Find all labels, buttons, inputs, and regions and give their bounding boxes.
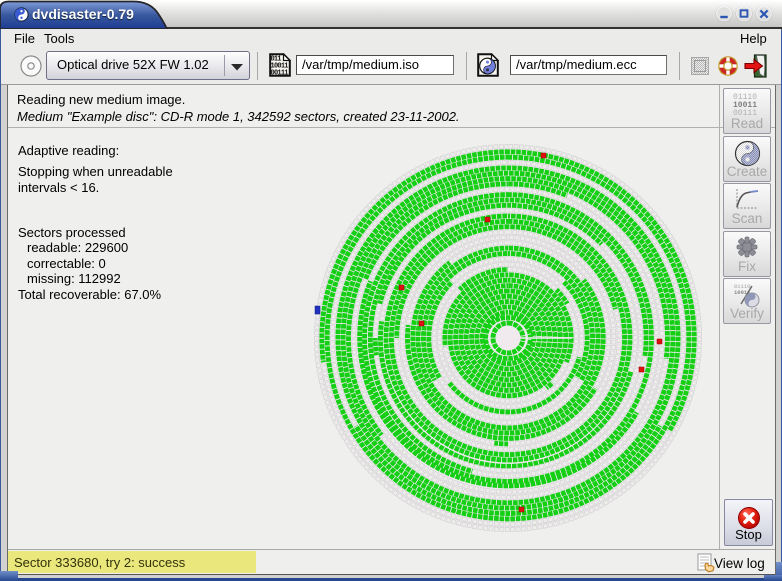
svg-text:00111: 00111 [271,70,289,78]
svg-text:00111: 00111 [733,109,757,116]
